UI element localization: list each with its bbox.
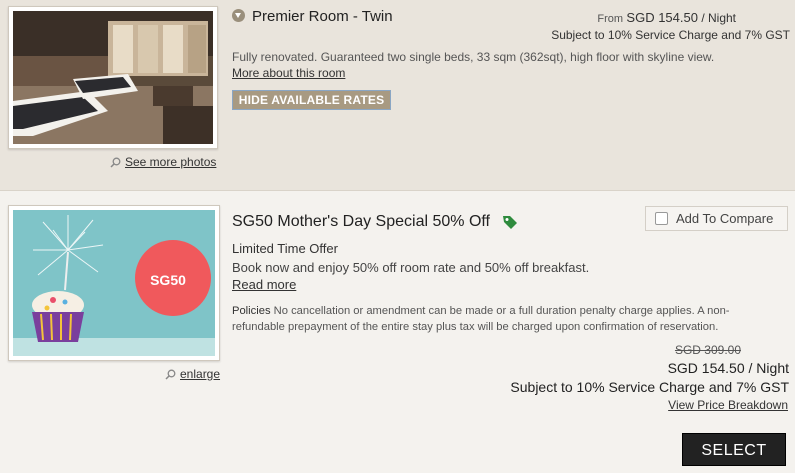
room-title: Premier Room - Twin: [252, 8, 393, 25]
add-to-compare-label: Add To Compare: [676, 211, 774, 226]
select-button[interactable]: SELECT: [682, 433, 786, 466]
offer-subtitle: Limited Time Offer: [232, 241, 338, 256]
see-more-photos-label: See more photos: [125, 155, 217, 169]
read-more-link[interactable]: Read more: [232, 277, 296, 292]
new-price-amount: SGD 154.50: [667, 360, 745, 376]
room-photo-image: [13, 11, 213, 144]
policies-label: Policies: [232, 305, 271, 317]
chevron-down-circle-icon[interactable]: [232, 9, 245, 22]
checkbox-icon[interactable]: [655, 212, 668, 225]
room-photo[interactable]: [8, 6, 218, 149]
more-about-room-link[interactable]: More about this room: [232, 66, 345, 80]
room-price: From SGD 154.50 / Night: [597, 10, 736, 25]
offer-description: Book now and enjoy 50% off room rate and…: [232, 260, 590, 275]
offer-tax-note: Subject to 10% Service Charge and 7% GST: [510, 379, 789, 395]
new-price: SGD 154.50 / Night: [668, 360, 789, 376]
policies-text: No cancellation or amendment can be made…: [232, 305, 730, 333]
see-more-photos-link[interactable]: See more photos: [110, 155, 216, 169]
view-price-breakdown-link[interactable]: View Price Breakdown: [668, 398, 788, 412]
price-unit: / Night: [701, 11, 736, 25]
new-price-unit: / Night: [748, 360, 789, 376]
old-price: SGD 309.00: [674, 343, 741, 357]
room-description: Fully renovated. Guaranteed two single b…: [232, 50, 715, 64]
magnifier-icon: [110, 157, 121, 168]
offer-title-row: SG50 Mother's Day Special 50% Off: [232, 213, 518, 231]
price-amount: SGD 154.50: [626, 10, 698, 25]
sg50-badge-text: SG50: [150, 272, 186, 288]
price-from-label: From: [597, 13, 624, 25]
offer-photo[interactable]: SG50: [8, 205, 220, 361]
room-section: See more photos Premier Room - Twin From…: [0, 0, 795, 191]
offer-title: SG50 Mother's Day Special 50% Off: [232, 213, 490, 230]
magnifier-icon: [165, 369, 176, 380]
tag-icon: [503, 216, 517, 229]
room-tax-note: Subject to 10% Service Charge and 7% GST: [551, 28, 790, 42]
offer-policies: Policies No cancellation or amendment ca…: [232, 303, 782, 335]
hide-available-rates-button[interactable]: HIDE AVAILABLE RATES: [232, 90, 391, 110]
enlarge-link[interactable]: enlarge: [165, 367, 220, 381]
add-to-compare-toggle[interactable]: Add To Compare: [645, 206, 788, 231]
enlarge-label: enlarge: [180, 367, 221, 381]
